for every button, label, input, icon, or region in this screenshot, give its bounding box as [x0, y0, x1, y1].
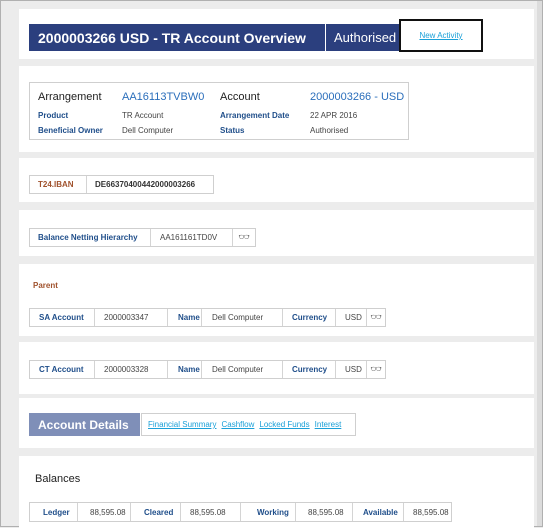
- new-activity-button[interactable]: New Activity: [399, 19, 483, 52]
- arrangement-label: Arrangement: [38, 91, 102, 103]
- sa-account-value: 2000003347: [104, 313, 149, 322]
- parent-currency-label: Currency: [292, 313, 328, 322]
- balances-band: Balances Ledger 88,595.08 Cleared 88,595…: [19, 456, 534, 528]
- ledger-value: 88,595.08: [90, 507, 126, 517]
- glasses-icon[interactable]: 👓︎: [370, 365, 381, 375]
- ct-currency-label: Currency: [292, 365, 328, 374]
- arrangement-value[interactable]: AA16113TVBW0: [122, 91, 204, 103]
- iban-label: T24.IBAN: [38, 180, 74, 189]
- account-label: Account: [220, 91, 260, 103]
- product-value: TR Account: [122, 111, 164, 120]
- header-band: 2000003266 USD - TR Account Overview Aut…: [19, 9, 534, 59]
- status-value: Authorised: [310, 126, 349, 135]
- parent-currency-value: USD: [345, 313, 362, 322]
- parent-name-value-cell: Dell Computer: [201, 309, 282, 326]
- ct-view-cell[interactable]: 👓︎: [366, 361, 385, 378]
- arrangement-date-label: Arrangement Date: [220, 111, 290, 120]
- netting-band: Balance Netting Hierarchy AA161161TD0V 👓…: [19, 210, 534, 256]
- netting-label: Balance Netting Hierarchy: [38, 233, 138, 242]
- netting-view-cell[interactable]: 👓︎: [232, 229, 255, 246]
- parent-view-cell[interactable]: 👓︎: [366, 309, 385, 326]
- ct-currency-value-cell: USD: [335, 361, 366, 378]
- account-value[interactable]: 2000003266 - USD: [310, 91, 404, 103]
- interest-link[interactable]: Interest: [315, 420, 342, 429]
- iban-value-cell: DE66370400442000003266: [86, 176, 213, 193]
- ledger-value-cell: 88,595.08: [77, 503, 130, 521]
- beneficial-owner-value: Dell Computer: [122, 126, 174, 135]
- account-details-band: Account Details Financial Summary Cashfl…: [19, 398, 534, 448]
- account-details-title: Account Details: [38, 417, 129, 432]
- product-label: Product: [38, 111, 69, 120]
- parent-name-value: Dell Computer: [212, 313, 264, 322]
- ct-account-value: 2000003328: [104, 365, 149, 374]
- ct-name-value-cell: Dell Computer: [201, 361, 282, 378]
- working-value-cell: 88,595.08: [295, 503, 352, 521]
- summary-box: Arrangement AA16113TVBW0 Account 2000003…: [29, 82, 409, 140]
- status-label: Status: [220, 126, 245, 135]
- cashflow-link[interactable]: Cashflow: [221, 420, 254, 429]
- available-value-cell: 88,595.08: [403, 503, 451, 521]
- ct-value-cell: 2000003328: [94, 361, 167, 378]
- ct-currency-value: USD: [345, 365, 362, 374]
- iban-value: DE66370400442000003266: [95, 180, 196, 189]
- page-title: 2000003266 USD - TR Account Overview: [38, 29, 306, 46]
- glasses-icon[interactable]: 👓︎: [238, 233, 249, 243]
- account-details-title-bar: Account Details: [29, 413, 140, 436]
- cleared-value: 88,595.08: [190, 507, 226, 517]
- ct-band: CT Account 2000003328 Name Dell Computer…: [19, 342, 534, 394]
- scrollbar-track[interactable]: [537, 1, 542, 526]
- summary-band: Arrangement AA16113TVBW0 Account 2000003…: [19, 66, 534, 152]
- glasses-icon[interactable]: 👓︎: [370, 313, 381, 323]
- cleared-label-cell: Cleared: [130, 503, 180, 521]
- parent-name-label: Name: [178, 313, 200, 322]
- parent-currency-label-cell: Currency: [282, 309, 335, 326]
- sa-label-cell: SA Account: [30, 309, 94, 326]
- parent-heading: Parent: [33, 281, 58, 290]
- account-details-links: Financial Summary Cashflow Locked Funds …: [141, 413, 356, 436]
- ct-box: CT Account 2000003328 Name Dell Computer…: [29, 360, 386, 379]
- ct-label-cell: CT Account: [30, 361, 94, 378]
- parent-name-label-cell: Name: [167, 309, 201, 326]
- new-activity-link[interactable]: New Activity: [419, 31, 462, 40]
- iban-label-cell: T24.IBAN: [30, 176, 86, 193]
- netting-label-cell: Balance Netting Hierarchy: [30, 229, 150, 246]
- sa-account-label: SA Account: [39, 313, 84, 322]
- financial-summary-link[interactable]: Financial Summary: [148, 420, 216, 429]
- sa-value-cell: 2000003347: [94, 309, 167, 326]
- beneficial-owner-label: Beneficial Owner: [38, 126, 103, 135]
- cleared-label: Cleared: [144, 507, 174, 517]
- working-label: Working: [257, 507, 289, 517]
- ct-currency-label-cell: Currency: [282, 361, 335, 378]
- locked-funds-link[interactable]: Locked Funds: [259, 420, 309, 429]
- working-value: 88,595.08: [308, 507, 344, 517]
- arrangement-date-value: 22 APR 2016: [310, 111, 358, 120]
- parent-band: Parent SA Account 2000003347 Name Dell C…: [19, 264, 534, 336]
- ct-account-label: CT Account: [39, 365, 84, 374]
- ct-name-label: Name: [178, 365, 200, 374]
- netting-value-cell: AA161161TD0V: [150, 229, 232, 246]
- ledger-label-cell: Ledger: [30, 503, 77, 521]
- cleared-value-cell: 88,595.08: [180, 503, 240, 521]
- balances-box: Ledger 88,595.08 Cleared 88,595.08 Worki…: [29, 502, 452, 522]
- available-value: 88,595.08: [413, 507, 449, 517]
- page-title-bar: 2000003266 USD - TR Account Overview: [29, 24, 325, 51]
- iban-band: T24.IBAN DE66370400442000003266: [19, 158, 534, 202]
- balances-heading: Balances: [35, 473, 81, 485]
- status-badge-label: Authorised: [334, 30, 397, 45]
- netting-box: Balance Netting Hierarchy AA161161TD0V 👓…: [29, 228, 256, 247]
- available-label-cell: Available: [352, 503, 403, 521]
- parent-currency-value-cell: USD: [335, 309, 366, 326]
- ct-name-label-cell: Name: [167, 361, 201, 378]
- iban-box: T24.IBAN DE66370400442000003266: [29, 175, 214, 194]
- parent-box: SA Account 2000003347 Name Dell Computer…: [29, 308, 386, 327]
- ledger-label: Ledger: [43, 507, 70, 517]
- working-label-cell: Working: [240, 503, 295, 521]
- available-label: Available: [363, 507, 398, 517]
- netting-value: AA161161TD0V: [160, 233, 218, 242]
- ct-name-value: Dell Computer: [212, 365, 264, 374]
